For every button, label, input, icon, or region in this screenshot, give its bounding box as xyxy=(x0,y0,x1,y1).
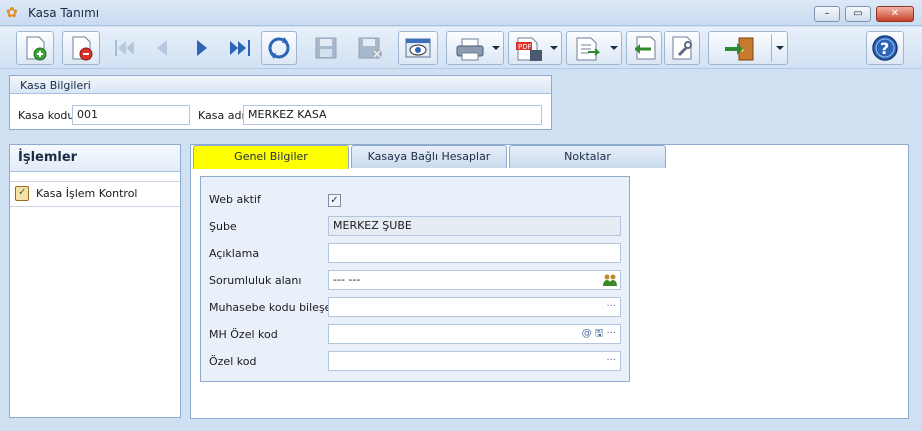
list-item-kasa-islem-kontrol[interactable]: Kasa İşlem Kontrol xyxy=(10,182,180,207)
refresh-icon xyxy=(268,37,290,59)
kasa-bilgileri-title: Kasa Bilgileri xyxy=(10,76,551,94)
kasa-kodu-input[interactable]: 001 xyxy=(72,105,190,125)
sube-label: Şube xyxy=(209,220,237,233)
list-item-label: Kasa İşlem Kontrol xyxy=(36,187,138,200)
genel-bilgiler-form: Web aktif ✓ Şube MERKEZ ŞUBE Açıklama So… xyxy=(200,176,630,382)
first-icon xyxy=(115,40,134,56)
import-icon xyxy=(635,36,656,60)
tab-genel-bilgiler[interactable]: Genel Bilgiler xyxy=(193,145,349,169)
print-button[interactable] xyxy=(446,31,504,65)
islemler-panel: İşlemler Kasa İşlem Kontrol xyxy=(9,144,181,418)
people-icon[interactable] xyxy=(603,274,617,286)
export-icon xyxy=(576,37,601,61)
prev-icon xyxy=(157,40,167,56)
wrench-icon xyxy=(672,36,692,60)
title-bar: ✿ Kasa Tanımı – ▭ ✕ xyxy=(0,0,922,26)
first-record-button[interactable] xyxy=(108,31,142,65)
chevron-down-icon xyxy=(492,46,500,50)
tab-label: Noktalar xyxy=(564,150,611,163)
muhasebe-field[interactable]: ··· xyxy=(328,297,621,317)
kasa-adi-input[interactable]: MERKEZ KASA xyxy=(243,105,542,125)
ozel-kod-label: Özel kod xyxy=(209,355,257,368)
tab-noktalar[interactable]: Noktalar xyxy=(509,145,666,168)
minimize-icon: – xyxy=(824,8,830,19)
next-record-button[interactable] xyxy=(186,31,218,65)
last-record-button[interactable] xyxy=(222,31,258,65)
pdf-icon: PDF xyxy=(516,37,542,61)
kasa-adi-label: Kasa adı xyxy=(198,109,245,122)
sube-value: MERKEZ ŞUBE xyxy=(333,219,412,232)
checkmark-icon: ✓ xyxy=(330,195,339,206)
preview-icon xyxy=(405,38,431,58)
tab-label: Kasaya Bağlı Hesaplar xyxy=(367,150,491,163)
save-close-button[interactable] xyxy=(350,31,390,65)
mh-ozel-kod-label: MH Özel kod xyxy=(209,328,278,341)
save-icon xyxy=(315,37,337,59)
tools-button[interactable] xyxy=(664,31,700,65)
printer-icon xyxy=(456,38,484,61)
close-window-button[interactable]: ✕ xyxy=(876,6,914,22)
help-button[interactable]: ? xyxy=(866,31,904,65)
exit-door-icon xyxy=(725,37,754,61)
aciklama-field[interactable] xyxy=(328,243,621,263)
prev-record-button[interactable] xyxy=(146,31,178,65)
new-record-button[interactable] xyxy=(16,31,54,65)
muhasebe-label: Muhasebe kodu bileşeni xyxy=(209,301,342,314)
new-doc-icon xyxy=(26,36,47,61)
kasa-bilgileri-group: Kasa Bilgileri Kasa kodu 001 Kasa adı ME… xyxy=(9,75,552,130)
sorumluluk-field[interactable]: --- --- xyxy=(328,270,621,290)
mh-ozel-kod-field[interactable]: @ 🖫 ··· xyxy=(328,324,621,344)
web-aktif-checkbox[interactable]: ✓ xyxy=(328,194,341,207)
delete-doc-icon xyxy=(72,36,93,61)
split-divider xyxy=(771,34,772,62)
close-icon: ✕ xyxy=(890,8,900,19)
maximize-button[interactable]: ▭ xyxy=(845,6,871,22)
export-button[interactable] xyxy=(566,31,622,65)
help-icon: ? xyxy=(872,35,898,61)
preview-button[interactable] xyxy=(398,31,438,65)
import-button[interactable] xyxy=(626,31,662,65)
ellipsis-button[interactable]: ··· xyxy=(606,352,616,370)
chevron-down-icon xyxy=(610,46,618,50)
svg-text:?: ? xyxy=(880,39,889,58)
sube-field[interactable]: MERKEZ ŞUBE xyxy=(328,216,621,236)
butterfly-app-icon: ✿ xyxy=(6,5,18,21)
last-icon xyxy=(230,40,250,56)
exit-button[interactable] xyxy=(708,31,788,65)
chevron-down-icon xyxy=(550,46,558,50)
pdf-export-button[interactable]: PDF xyxy=(508,31,562,65)
refresh-button[interactable] xyxy=(261,31,297,65)
window-title: Kasa Tanımı xyxy=(28,6,100,20)
aciklama-label: Açıklama xyxy=(209,247,260,260)
svg-text:PDF: PDF xyxy=(518,43,532,51)
web-aktif-label: Web aktif xyxy=(209,193,261,206)
ellipsis-button[interactable]: ··· xyxy=(606,298,616,316)
mh-ozel-kod-actions[interactable]: @ 🖫 ··· xyxy=(582,325,616,343)
next-icon xyxy=(197,40,207,56)
clipboard-check-icon xyxy=(15,186,29,201)
sorumluluk-value: --- --- xyxy=(333,273,361,286)
kasa-kodu-label: Kasa kodu xyxy=(18,109,75,122)
minimize-button[interactable]: – xyxy=(814,6,840,22)
islemler-title: İşlemler xyxy=(10,145,180,172)
save-cancel-icon xyxy=(358,37,382,59)
panel-spacer xyxy=(10,172,180,182)
toolbar: PDF ? xyxy=(0,27,922,69)
ozel-kod-field[interactable]: ··· xyxy=(328,351,621,371)
delete-record-button[interactable] xyxy=(62,31,100,65)
maximize-icon: ▭ xyxy=(853,8,863,19)
sorumluluk-label: Sorumluluk alanı xyxy=(209,274,302,287)
chevron-down-icon xyxy=(776,46,784,50)
tab-kasaya-bagli-hesaplar[interactable]: Kasaya Bağlı Hesaplar xyxy=(351,145,507,168)
save-button[interactable] xyxy=(306,31,346,65)
tab-label: Genel Bilgiler xyxy=(234,150,308,163)
status-bar xyxy=(0,424,922,431)
